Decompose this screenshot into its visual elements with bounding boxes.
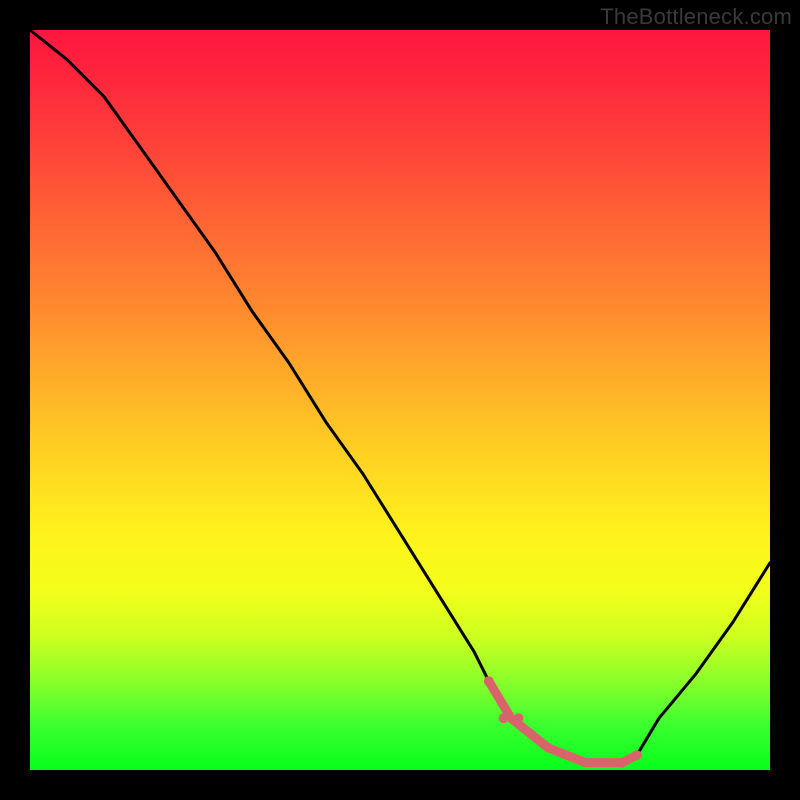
optimal-range-dot [499, 713, 509, 723]
optimal-range-dot [632, 750, 642, 760]
optimal-range-marker [489, 681, 637, 762]
curve-layer [30, 30, 770, 770]
optimal-range-dot [484, 676, 494, 686]
optimal-range-dot [513, 713, 523, 723]
optimal-range-dot [617, 758, 627, 768]
plot-area [30, 30, 770, 770]
chart-frame: TheBottleneck.com [0, 0, 800, 800]
watermark-text: TheBottleneck.com [600, 4, 792, 30]
bottleneck-curve [30, 30, 770, 763]
